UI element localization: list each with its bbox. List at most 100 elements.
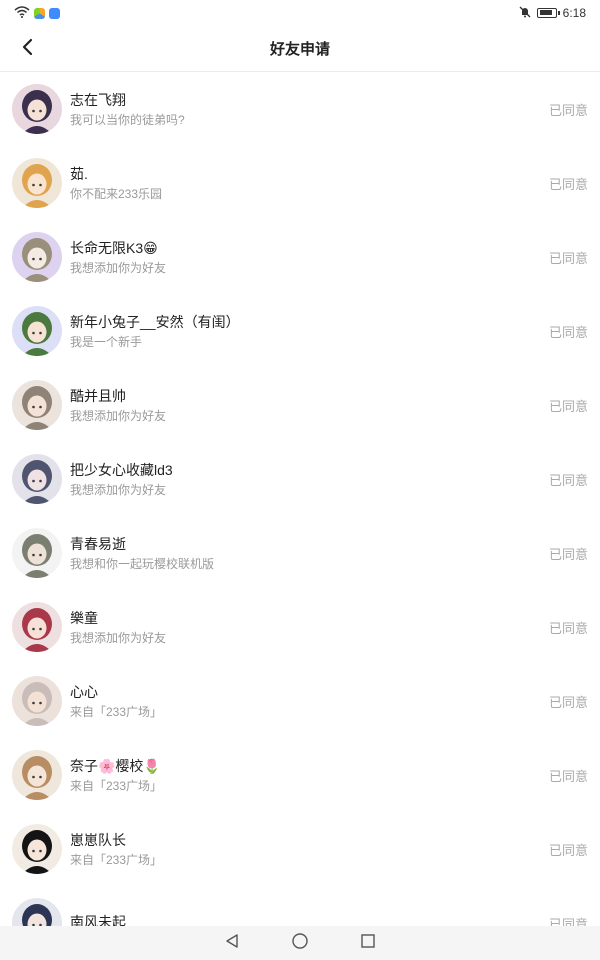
request-row[interactable]: 志在飞翔 我可以当你的徒弟吗? 已同意: [0, 72, 600, 146]
cloud-app-icon: [49, 7, 60, 19]
request-message: 来自「233广场」: [70, 704, 163, 719]
square-recents-icon: [360, 933, 376, 954]
avatar-illustration: [12, 676, 62, 726]
chevron-left-icon: [21, 38, 33, 61]
request-info: 酷并且帅 我想添加你为好友: [70, 387, 549, 424]
avatar-illustration: [12, 454, 62, 504]
request-row[interactable]: 酷并且帅 我想添加你为好友 已同意: [0, 368, 600, 442]
app-notification-icon: [34, 7, 45, 19]
request-status: 已同意: [548, 768, 588, 784]
avatar[interactable]: [12, 602, 62, 652]
avatar-face: [27, 617, 47, 639]
request-message: 我想添加你为好友: [70, 408, 167, 423]
request-message: 来自「233广场」: [70, 852, 163, 867]
avatar-face: [27, 395, 47, 417]
avatar-eye: [32, 109, 35, 113]
avatar-face: [27, 321, 47, 343]
request-message: 我可以当你的徒弟吗?: [70, 112, 185, 127]
request-info: 把少女心收藏ld3 我想添加你为好友: [70, 461, 549, 498]
avatar-eye: [39, 183, 42, 187]
request-info: 长命无限K3😁 我想添加你为好友: [70, 239, 549, 276]
avatar[interactable]: [12, 676, 62, 726]
request-row[interactable]: 奈子🌸樱校🌷 来自「233广场」 已同意: [0, 738, 600, 812]
avatar[interactable]: [12, 306, 62, 356]
avatar[interactable]: [12, 158, 62, 208]
request-status: 已同意: [548, 546, 588, 562]
avatar[interactable]: [12, 380, 62, 430]
request-status: 已同意: [548, 916, 588, 927]
status-bar: 6:18: [0, 0, 600, 26]
request-row[interactable]: 茹. 你不配来233乐园 已同意: [0, 146, 600, 220]
request-status: 已同意: [548, 250, 588, 266]
avatar-eye: [39, 627, 42, 631]
request-message: 来自「233广场」: [70, 778, 163, 793]
request-row[interactable]: 青春易逝 我想和你一起玩樱校联机版 已同意: [0, 516, 600, 590]
request-row[interactable]: 长命无限K3😁 我想添加你为好友 已同意: [0, 220, 600, 294]
avatar-illustration: [12, 306, 62, 356]
request-status: 已同意: [548, 620, 588, 636]
avatar-eye: [32, 553, 35, 557]
avatar-illustration: [12, 528, 62, 578]
requester-name: 樂童: [70, 609, 98, 626]
requester-name: 把少女心收藏ld3: [70, 461, 173, 478]
nav-back-button[interactable]: [221, 932, 243, 954]
request-info: 茹. 你不配来233乐园: [70, 165, 549, 202]
request-message: 我想添加你为好友: [70, 630, 167, 645]
back-button[interactable]: [10, 32, 44, 66]
status-left: [14, 5, 60, 21]
request-row[interactable]: 崽崽队长 来自「233广场」 已同意: [0, 812, 600, 886]
avatar-illustration: [12, 158, 62, 208]
friend-request-list[interactable]: 志在飞翔 我可以当你的徒弟吗? 已同意 茹. 你不配来233乐园 已同意 长命无…: [0, 72, 600, 926]
request-message: 我想添加你为好友: [70, 482, 167, 497]
avatar-face: [27, 765, 47, 787]
request-row[interactable]: 南风未起 已同意: [0, 886, 600, 926]
avatar-illustration: [12, 380, 62, 430]
request-row[interactable]: 心心 来自「233广场」 已同意: [0, 664, 600, 738]
requester-name: 志在飞翔: [70, 91, 126, 108]
request-info: 志在飞翔 我可以当你的徒弟吗?: [70, 91, 549, 128]
avatar-illustration: [12, 84, 62, 134]
request-row[interactable]: 把少女心收藏ld3 我想添加你为好友 已同意: [0, 442, 600, 516]
avatar-eye: [39, 109, 42, 113]
request-row[interactable]: 樂童 我想添加你为好友 已同意: [0, 590, 600, 664]
avatar-face: [27, 99, 47, 121]
avatar-eye: [39, 257, 42, 261]
request-message: 你不配来233乐园: [70, 186, 163, 201]
avatar-eye: [32, 183, 35, 187]
avatar[interactable]: [12, 84, 62, 134]
nav-home-button[interactable]: [289, 932, 311, 954]
avatar[interactable]: [12, 750, 62, 800]
requester-name: 酷并且帅: [70, 387, 126, 404]
request-message: 我想添加你为好友: [70, 260, 167, 275]
avatar[interactable]: [12, 232, 62, 282]
avatar-face: [27, 469, 47, 491]
avatar-face: [27, 839, 47, 861]
requester-name: 新年小兔子__安然（有闺）: [70, 313, 240, 330]
avatar-eye: [32, 331, 35, 335]
request-status: 已同意: [548, 176, 588, 192]
avatar-eye: [32, 405, 35, 409]
request-row[interactable]: 新年小兔子__安然（有闺） 我是一个新手 已同意: [0, 294, 600, 368]
avatar-face: [27, 173, 47, 195]
avatar[interactable]: [12, 824, 62, 874]
avatar-face: [27, 543, 47, 565]
request-message: 我是一个新手: [70, 334, 143, 349]
avatar[interactable]: [12, 528, 62, 578]
request-status: 已同意: [548, 694, 588, 710]
avatar-illustration: [12, 824, 62, 874]
avatar[interactable]: [12, 898, 62, 926]
avatar-eye: [39, 775, 42, 779]
request-status: 已同意: [548, 324, 588, 340]
avatar-illustration: [12, 750, 62, 800]
battery-icon: [536, 8, 560, 18]
requester-name: 茹.: [70, 165, 88, 182]
page-title: 好友申请: [269, 41, 330, 58]
nav-recents-button[interactable]: [357, 932, 379, 954]
request-message: 我想和你一起玩樱校联机版: [70, 556, 215, 571]
avatar[interactable]: [12, 454, 62, 504]
request-status: 已同意: [548, 472, 588, 488]
avatar-face: [27, 691, 47, 713]
avatar-eye: [32, 849, 35, 853]
avatar-illustration: [12, 898, 62, 926]
avatar-eye: [32, 479, 35, 483]
